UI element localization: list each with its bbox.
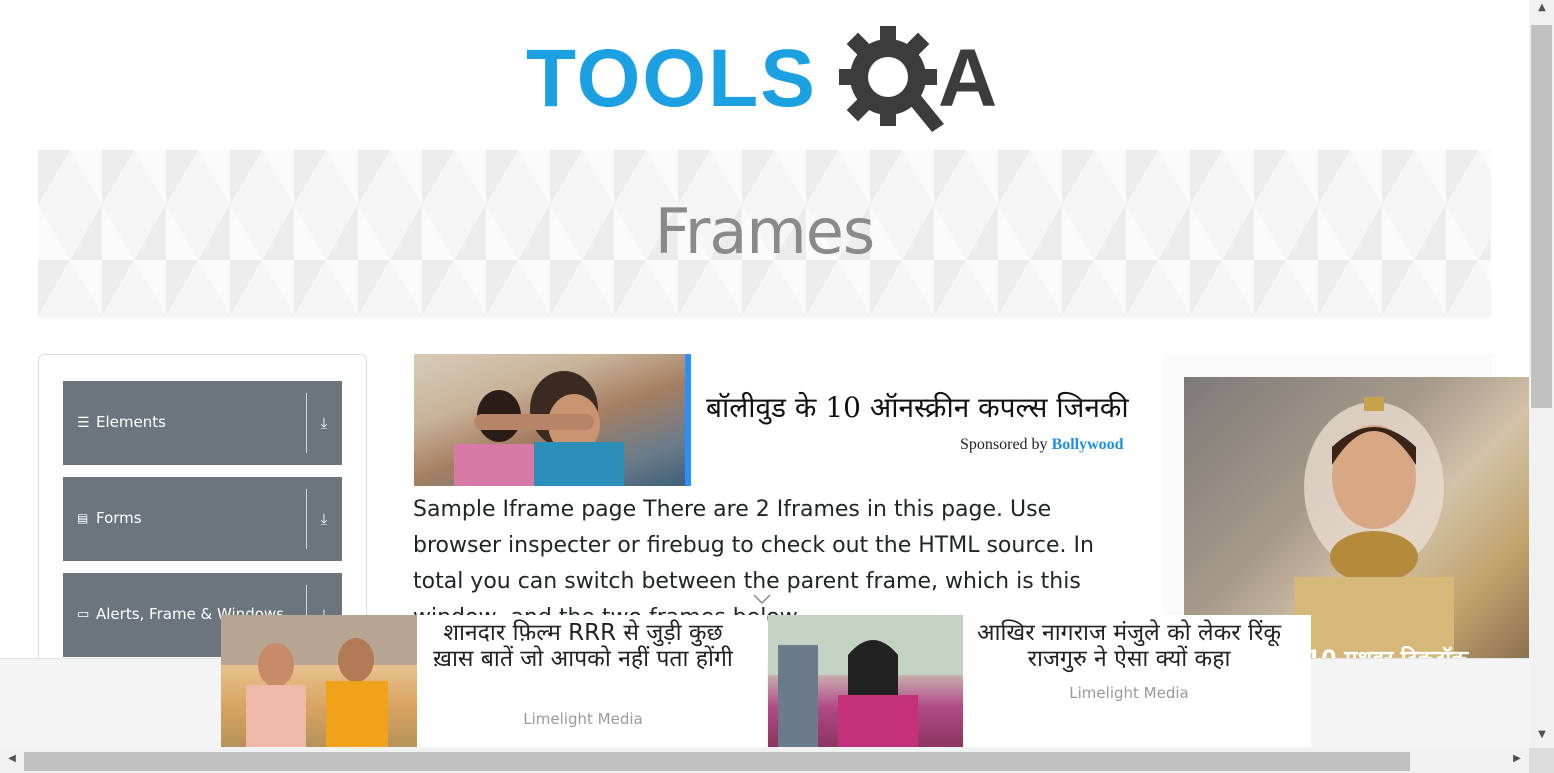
ad-sponsor-line: Sponsored by Bollywood — [960, 436, 1124, 454]
scroll-down-arrow-icon[interactable]: ▼ — [1534, 729, 1550, 740]
sticky-ad-image-2[interactable] — [768, 615, 963, 747]
scroll-left-arrow-icon[interactable]: ◀ — [4, 753, 20, 764]
sticky-ad-image-1[interactable] — [221, 615, 417, 747]
logo-text-a: A — [938, 33, 998, 124]
sponsored-prefix: Sponsored by — [960, 436, 1048, 453]
download-arrow-icon[interactable]: ⤓ — [315, 414, 333, 432]
sticky-ad-headline-1[interactable]: शानदार फ़िल्म RRR से जुड़ी कुछ ख़ास बाते… — [420, 620, 746, 672]
couple-photo — [454, 371, 624, 486]
sidebar-group-label: Forms — [96, 509, 142, 527]
horizontal-scrollbar-thumb[interactable] — [24, 752, 1410, 771]
divider — [306, 393, 307, 453]
sidebar-group-label: Elements — [96, 413, 166, 431]
download-arrow-icon[interactable]: ⤓ — [315, 510, 333, 528]
scroll-right-arrow-icon[interactable]: ▶ — [1509, 753, 1525, 764]
actress-photo — [768, 615, 963, 747]
vertical-scrollbar-thumb[interactable] — [1531, 25, 1552, 408]
hamburger-icon: ☰ — [77, 415, 90, 431]
scroll-up-arrow-icon[interactable]: ▲ — [1534, 2, 1550, 13]
movie-photo — [221, 615, 417, 747]
sticky-ad-source-1: Limelight Media — [523, 710, 643, 728]
logo-text: TOOLS — [526, 33, 817, 124]
scrollbar-corner — [1529, 748, 1554, 773]
ad-thumbnail-image[interactable] — [414, 354, 685, 486]
gear-icon — [839, 26, 944, 132]
sidebar-group-forms[interactable]: ▤ Forms ⤓ — [63, 477, 342, 561]
toolsqa-logo[interactable]: TOOLS A — [526, 20, 1026, 135]
sticky-ad-source-2: Limelight Media — [1069, 684, 1189, 702]
chevron-down-icon[interactable] — [753, 594, 771, 604]
page-title: Frames — [654, 195, 875, 268]
sticky-ad-headline-2[interactable]: आखिर नागराज मंजुले को लेकर रिंकू राजगुरु… — [966, 620, 1292, 672]
sponsor-link[interactable]: Bollywood — [1052, 436, 1124, 453]
divider — [306, 489, 307, 549]
sidebar-group-elements[interactable]: ☰ Elements ⤓ — [63, 381, 342, 465]
document-icon: ▤ — [77, 511, 89, 525]
page-banner: Frames — [38, 150, 1491, 318]
ad-accent-bar — [685, 354, 691, 486]
ad-headline[interactable]: बॉलीवुड के 10 ऑनस्क्रीन कपल्स जिनकी — [706, 388, 1129, 426]
window-icon: ▭ — [77, 607, 90, 622]
